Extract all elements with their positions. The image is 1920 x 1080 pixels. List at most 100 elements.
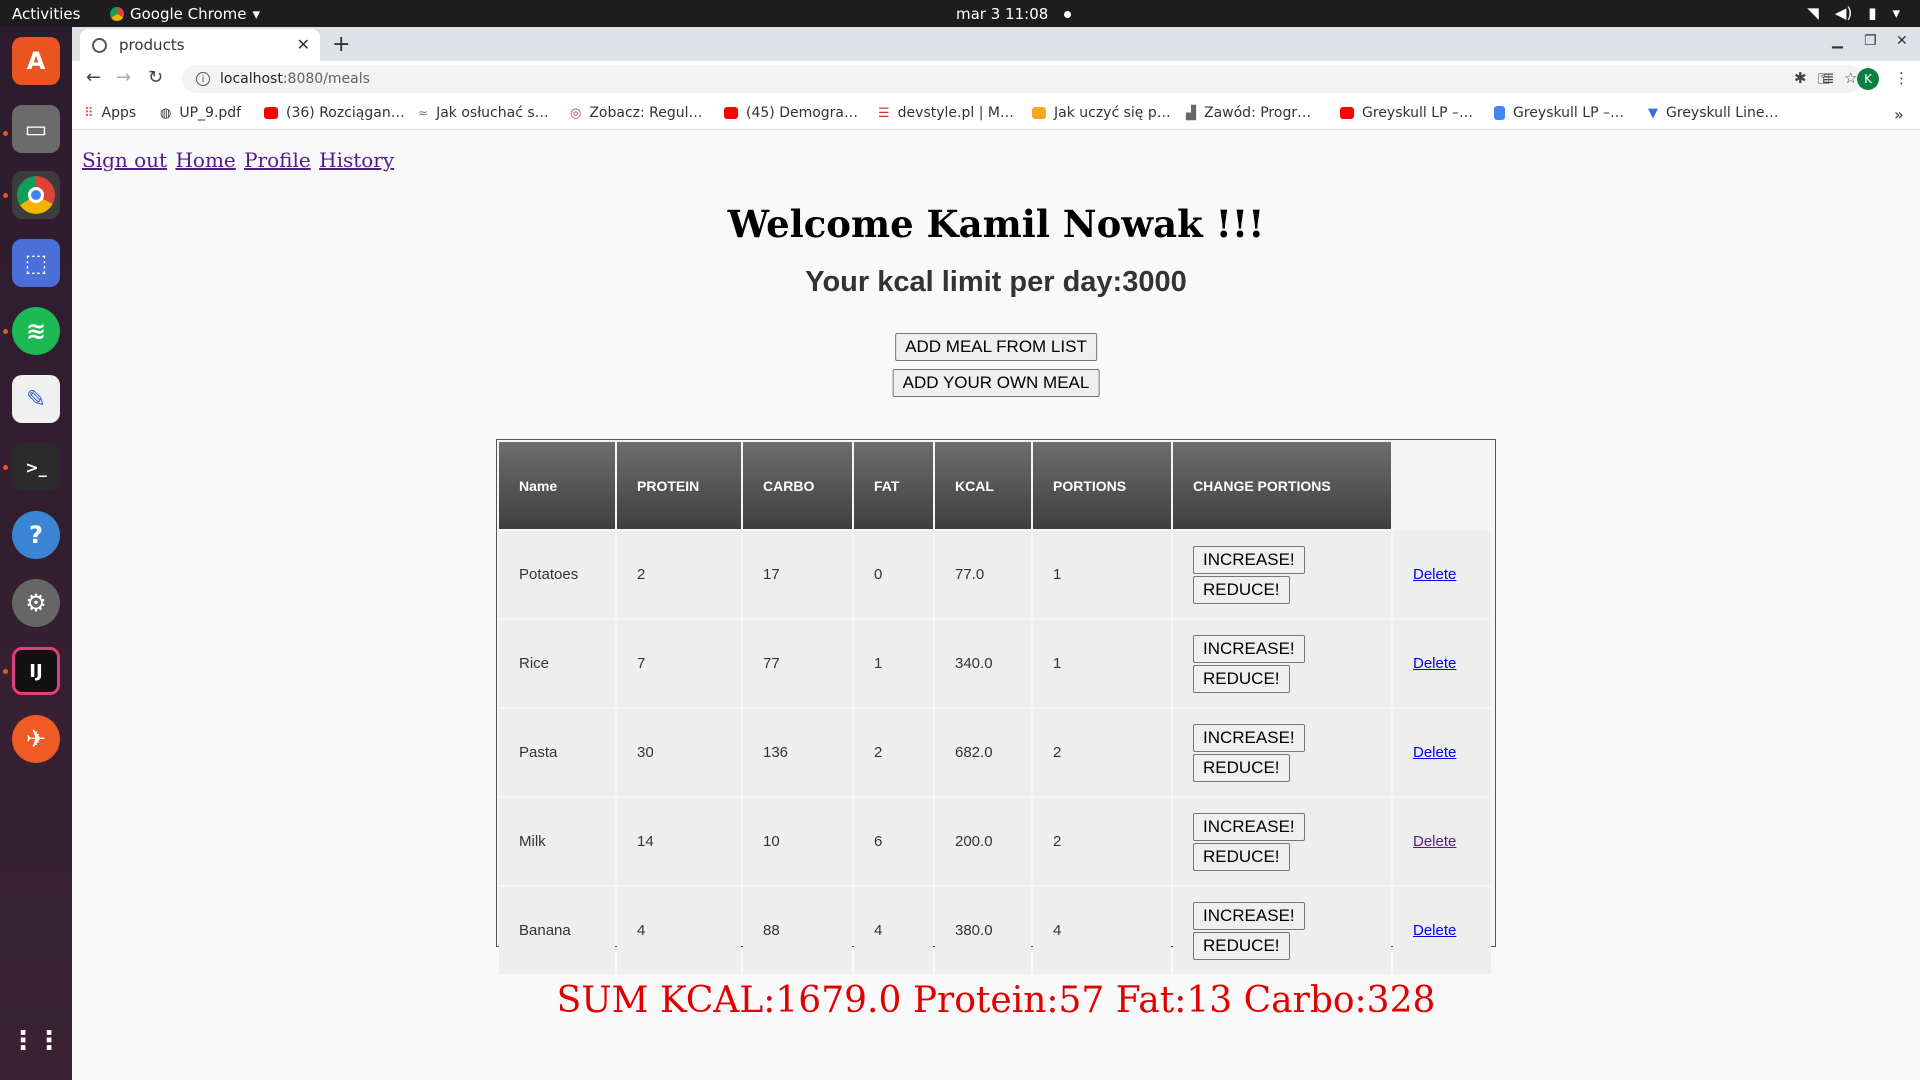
text-editor-icon[interactable]: ✎ [12, 375, 60, 423]
restore-icon[interactable]: ❐ [1864, 33, 1877, 49]
cell-protein: 4 [617, 887, 741, 974]
screenshot-icon[interactable]: ⬚ [12, 239, 60, 287]
increase-button[interactable]: INCREASE! [1193, 545, 1305, 574]
close-window-icon[interactable]: ✕ [1896, 33, 1908, 49]
bookmark-item[interactable]: ☰ devstyle.pl | M… [878, 105, 1014, 121]
cell-kcal: 682.0 [935, 709, 1031, 796]
bookmark-item[interactable]: Greyskull LP –… [1494, 105, 1624, 121]
site-icon: ▼ [1648, 105, 1658, 121]
chevron-down-icon: ▾ [252, 5, 261, 23]
bookmark-item[interactable]: ▟ Zawód: Progr… [1186, 105, 1311, 121]
bookmark-item[interactable]: Greyskull LP –… [1340, 105, 1473, 121]
settings-icon[interactable]: ⚙ [12, 579, 60, 627]
clock[interactable]: mar 3 11:08 [956, 5, 1072, 23]
site-info-icon[interactable]: i [196, 72, 210, 86]
chrome-dock-icon[interactable] [12, 171, 60, 219]
bookmark-label: Greyskull Line… [1666, 105, 1779, 121]
help-icon[interactable]: ? [12, 511, 60, 559]
delete-link[interactable]: Delete [1413, 833, 1456, 850]
column-header-fat: FAT [854, 442, 933, 529]
cell-name: Banana [499, 887, 615, 974]
url-host: localhost [220, 71, 283, 87]
forward-icon[interactable]: → [116, 67, 131, 88]
app-menu[interactable]: Google Chrome ▾ [110, 5, 260, 23]
summary-totals: SUM KCAL:1679.0 Protein:57 Fat:13 Carbo:… [556, 980, 1436, 1021]
reduce-button[interactable]: REDUCE! [1193, 931, 1290, 960]
bookmark-label: Apps [101, 105, 137, 121]
battery-icon: ▮ [1868, 4, 1877, 22]
bookmark-label: (45) Demogra… [746, 105, 859, 121]
bookmark-star-icon[interactable]: ☆ [1844, 69, 1857, 87]
bookmark-item[interactable]: ◍ UP_9.pdf [160, 105, 241, 121]
table-row: Banana 4 88 4 380.0 4 INCREASE! REDUCE! … [499, 887, 1491, 974]
column-header-change-portions: CHANGE PORTIONS [1173, 442, 1391, 529]
tab-title: products [119, 36, 185, 54]
new-tab-icon[interactable]: + [332, 32, 350, 57]
files-icon[interactable]: ▭ [12, 105, 60, 153]
site-icon: ≈ [418, 106, 429, 120]
bookmark-apps[interactable]: ⠿ Apps [84, 105, 136, 121]
cell-delete: Delete [1393, 887, 1491, 974]
delete-link[interactable]: Delete [1413, 922, 1456, 939]
youtube-icon [724, 107, 738, 119]
reduce-button[interactable]: REDUCE! [1193, 575, 1290, 604]
app-name-label: Google Chrome [130, 5, 247, 23]
globe-icon [92, 37, 107, 53]
bookmark-item[interactable]: Jak uczyć się p… [1032, 105, 1171, 121]
system-tray[interactable]: ◥ ◀) ▮ ▾ [1807, 4, 1900, 22]
delete-link[interactable]: Delete [1413, 655, 1456, 672]
close-tab-icon[interactable]: ✕ [297, 35, 310, 54]
back-icon[interactable]: ← [86, 67, 101, 88]
bookmark-item[interactable]: ◎ Zobacz: Regul… [570, 105, 703, 121]
tab-products[interactable]: products ✕ [80, 29, 320, 61]
cell-kcal: 380.0 [935, 887, 1031, 974]
increase-button[interactable]: INCREASE! [1193, 634, 1305, 663]
add-meal-from-list-button[interactable]: ADD MEAL FROM LIST [895, 333, 1097, 361]
profile-link[interactable]: Profile [244, 148, 311, 172]
system-top-bar: Activities Google Chrome ▾ mar 3 11:08 ◥… [0, 0, 1920, 27]
postman-icon[interactable]: ✈ [12, 715, 60, 763]
reduce-button[interactable]: REDUCE! [1193, 664, 1290, 693]
reduce-button[interactable]: REDUCE! [1193, 753, 1290, 782]
increase-button[interactable]: INCREASE! [1193, 812, 1305, 841]
bookmark-item[interactable]: ▼ Greyskull Line… [1648, 105, 1778, 121]
cell-protein: 14 [617, 798, 741, 885]
bookmark-label: Jak osłuchać s… [436, 105, 549, 121]
address-bar[interactable]: i localhost:8080/meals ⚿ ☆ [182, 65, 1862, 93]
intellij-icon[interactable]: IJ [12, 647, 60, 695]
cell-kcal: 200.0 [935, 798, 1031, 885]
chrome-icon [110, 7, 124, 21]
table-header-row: Name PROTEIN CARBO FAT KCAL PORTIONS CHA… [499, 442, 1491, 529]
bookmark-item[interactable]: (36) Rozciągan… [264, 105, 405, 121]
software-center-icon[interactable]: A [12, 37, 60, 85]
cell-carbo: 77 [743, 620, 852, 707]
increase-button[interactable]: INCREASE! [1193, 723, 1305, 752]
reduce-button[interactable]: REDUCE! [1193, 842, 1290, 871]
show-applications-icon[interactable]: ⋮⋮ [10, 1017, 62, 1065]
bookmark-item[interactable]: (45) Demogra… [724, 105, 858, 121]
reading-list-icon[interactable]: ≣ [1822, 69, 1835, 87]
spotify-icon[interactable]: ≋ [12, 307, 60, 355]
table-row: Milk 14 10 6 200.0 2 INCREASE! REDUCE! D… [499, 798, 1491, 885]
minimize-icon[interactable]: ▁ [1832, 33, 1843, 49]
profile-avatar[interactable]: K [1857, 68, 1879, 90]
history-link[interactable]: History [319, 148, 394, 172]
terminal-icon[interactable]: >_ [12, 443, 60, 491]
notification-dot-icon [1064, 10, 1072, 18]
more-bookmarks-icon[interactable]: » [1894, 105, 1904, 124]
activities-button[interactable]: Activities [12, 5, 80, 23]
delete-link[interactable]: Delete [1413, 744, 1456, 761]
running-indicator [3, 193, 8, 198]
bookmark-item[interactable]: ≈ Jak osłuchać s… [418, 105, 549, 121]
reload-icon[interactable]: ↻ [148, 67, 163, 88]
globe-icon: ◍ [160, 105, 172, 121]
add-own-meal-button[interactable]: ADD YOUR OWN MEAL [892, 369, 1100, 397]
youtube-icon [264, 107, 278, 119]
cell-portions: 1 [1033, 620, 1171, 707]
sign-out-link[interactable]: Sign out [82, 148, 167, 172]
menu-icon[interactable]: ⋮ [1894, 69, 1909, 87]
extensions-icon[interactable]: ✱ [1794, 69, 1807, 87]
increase-button[interactable]: INCREASE! [1193, 901, 1305, 930]
home-link[interactable]: Home [175, 148, 235, 172]
delete-link[interactable]: Delete [1413, 566, 1456, 583]
